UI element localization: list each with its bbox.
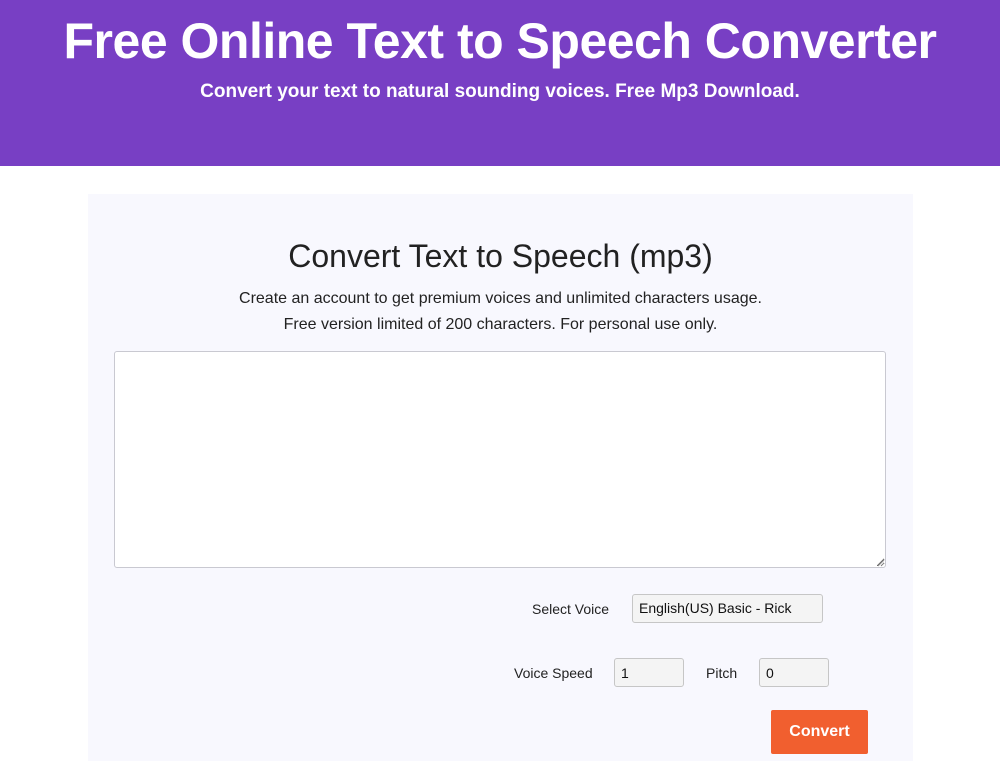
- pitch-label: Pitch: [706, 665, 738, 681]
- resize-grip-icon[interactable]: [877, 559, 885, 567]
- converter-description-limit: Free version limited of 200 characters. …: [283, 316, 718, 333]
- page-title: Free Online Text to Speech Converter: [63, 13, 937, 69]
- text-input[interactable]: [114, 351, 886, 568]
- pitch-input[interactable]: [759, 658, 829, 687]
- voice-speed-input[interactable]: [614, 658, 684, 687]
- page-subtitle: Convert your text to natural sounding vo…: [200, 81, 800, 102]
- convert-button[interactable]: Convert: [771, 710, 868, 754]
- converter-card: Convert Text to Speech (mp3) Create an a…: [88, 194, 913, 761]
- voice-select-value: English(US) Basic - Rick: [639, 600, 792, 616]
- converter-description-account: Create an account to get premium voices …: [239, 290, 762, 307]
- voice-speed-label: Voice Speed: [514, 665, 593, 681]
- voice-select[interactable]: English(US) Basic - Rick: [632, 594, 823, 623]
- voice-label: Select Voice: [532, 601, 610, 617]
- page-header: Free Online Text to Speech Converter Con…: [0, 0, 1000, 166]
- converter-title: Convert Text to Speech (mp3): [288, 238, 713, 274]
